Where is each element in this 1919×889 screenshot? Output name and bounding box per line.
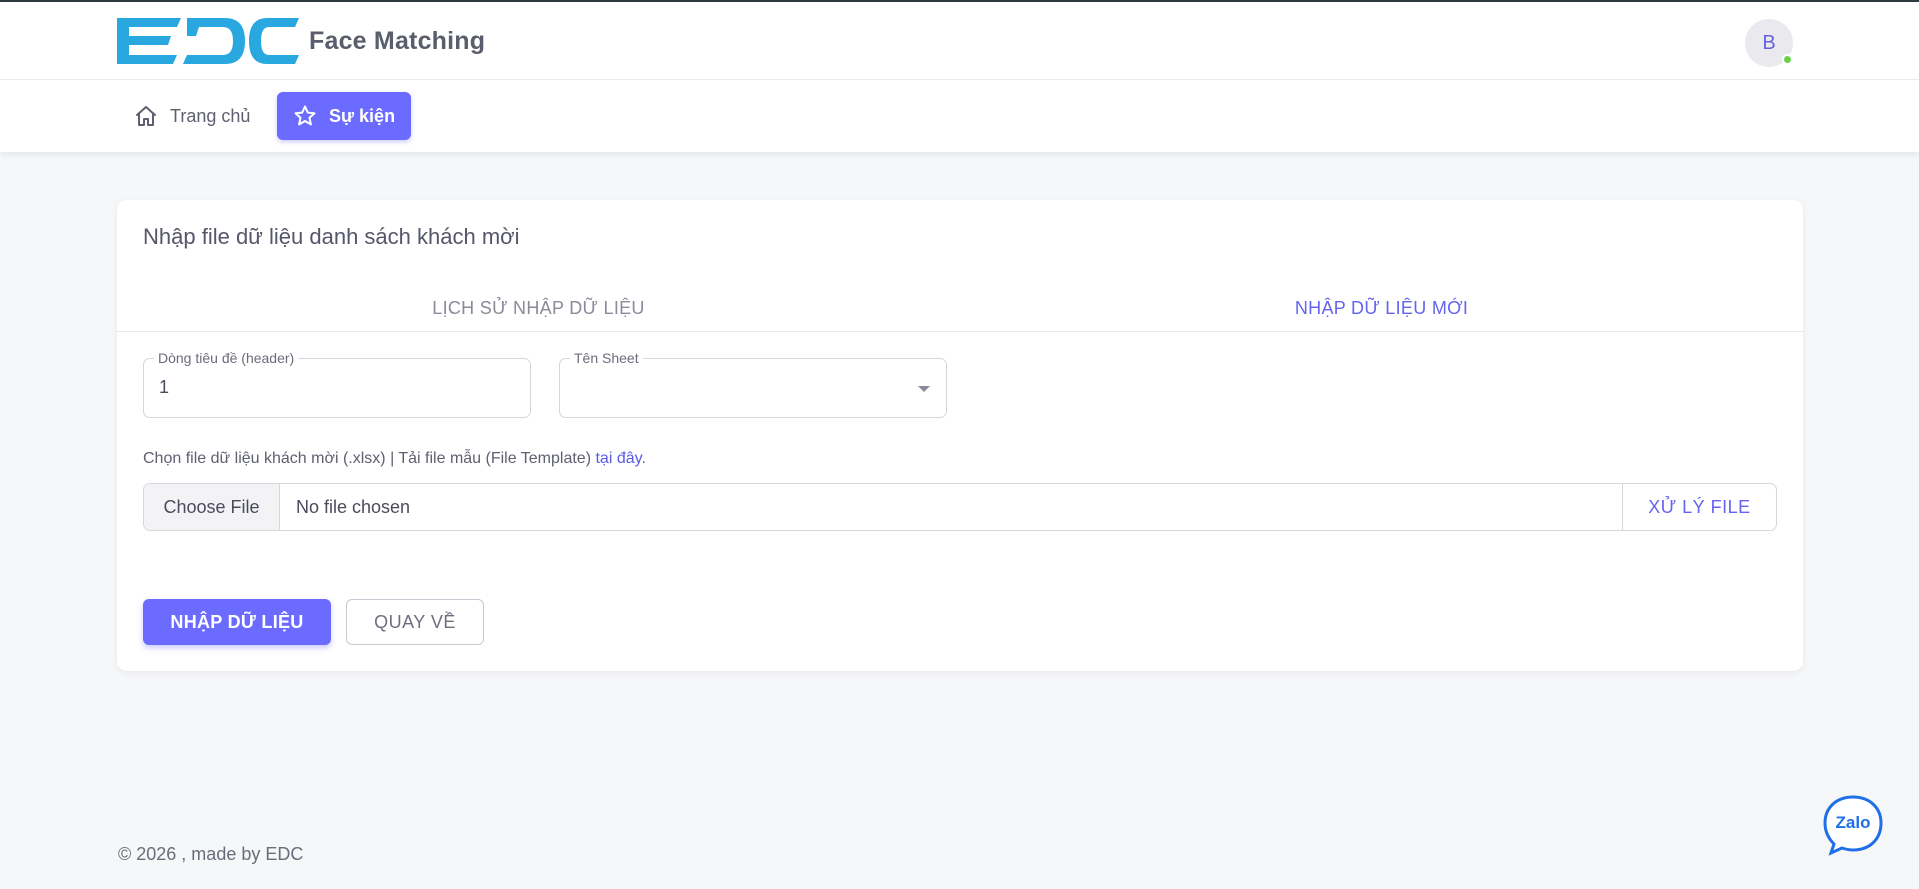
import-card: Nhập file dữ liệu danh sách khách mời LỊ…	[117, 200, 1803, 671]
sheet-name-select[interactable]: Tên Sheet	[559, 350, 947, 418]
nav-item-home-label: Trang chủ	[170, 105, 251, 126]
choose-file-button[interactable]: Choose File	[144, 484, 280, 530]
star-icon	[294, 105, 316, 126]
back-button[interactable]: QUAY VỀ	[346, 599, 484, 645]
user-avatar[interactable]: B	[1745, 19, 1793, 67]
footer-copyright: © 2026 , made by EDC	[118, 844, 304, 864]
zalo-chat-button[interactable]: Zalo	[1822, 794, 1884, 856]
card-title: Nhập file dữ liệu danh sách khách mời	[143, 224, 520, 249]
file-input[interactable]: Choose File No file chosen XỬ LÝ FILE	[143, 483, 1777, 531]
edc-logo	[117, 18, 299, 64]
online-status-dot	[1782, 54, 1793, 65]
import-tabs: LỊCH SỬ NHẬP DỮ LIỆU NHẬP DỮ LIỆU MỚI	[117, 284, 1803, 332]
template-download-link[interactable]: tại đây	[595, 450, 641, 467]
tab-import-history[interactable]: LỊCH SỬ NHẬP DỮ LIỆU	[117, 284, 960, 332]
home-icon	[136, 106, 156, 126]
chevron-down-icon	[918, 386, 930, 392]
file-hint-text: Chọn file dữ liệu khách mời (.xlsx) | Tả…	[143, 450, 592, 467]
main-nav: Trang chủ Sự kiện	[0, 80, 1919, 152]
header-row-field[interactable]: Dòng tiêu đề (header) 1	[143, 350, 531, 418]
nav-item-events[interactable]: Sự kiện	[277, 92, 412, 140]
sheet-name-label: Tên Sheet	[570, 350, 643, 366]
zalo-label: Zalo	[1836, 813, 1871, 832]
nav-item-home[interactable]: Trang chủ	[118, 92, 266, 140]
avatar-initial: B	[1762, 31, 1776, 54]
tab-new-import[interactable]: NHẬP DỮ LIỆU MỚI	[960, 284, 1803, 332]
file-hint: Chọn file dữ liệu khách mời (.xlsx) | Tả…	[143, 450, 646, 468]
process-file-button[interactable]: XỬ LÝ FILE	[1622, 484, 1776, 530]
header-row-input[interactable]: 1	[159, 377, 169, 398]
app-name: Face Matching	[309, 26, 486, 55]
header-row-label: Dòng tiêu đề (header)	[154, 350, 299, 366]
brand[interactable]: Face Matching	[117, 18, 485, 64]
nav-item-events-label: Sự kiện	[329, 105, 396, 126]
app-header: Face Matching B	[0, 2, 1919, 80]
selected-file-name: No file chosen	[296, 496, 411, 517]
file-hint-end: .	[641, 450, 646, 467]
zalo-icon: Zalo	[1823, 795, 1883, 856]
import-data-button[interactable]: NHẬP DỮ LIỆU	[143, 599, 331, 645]
